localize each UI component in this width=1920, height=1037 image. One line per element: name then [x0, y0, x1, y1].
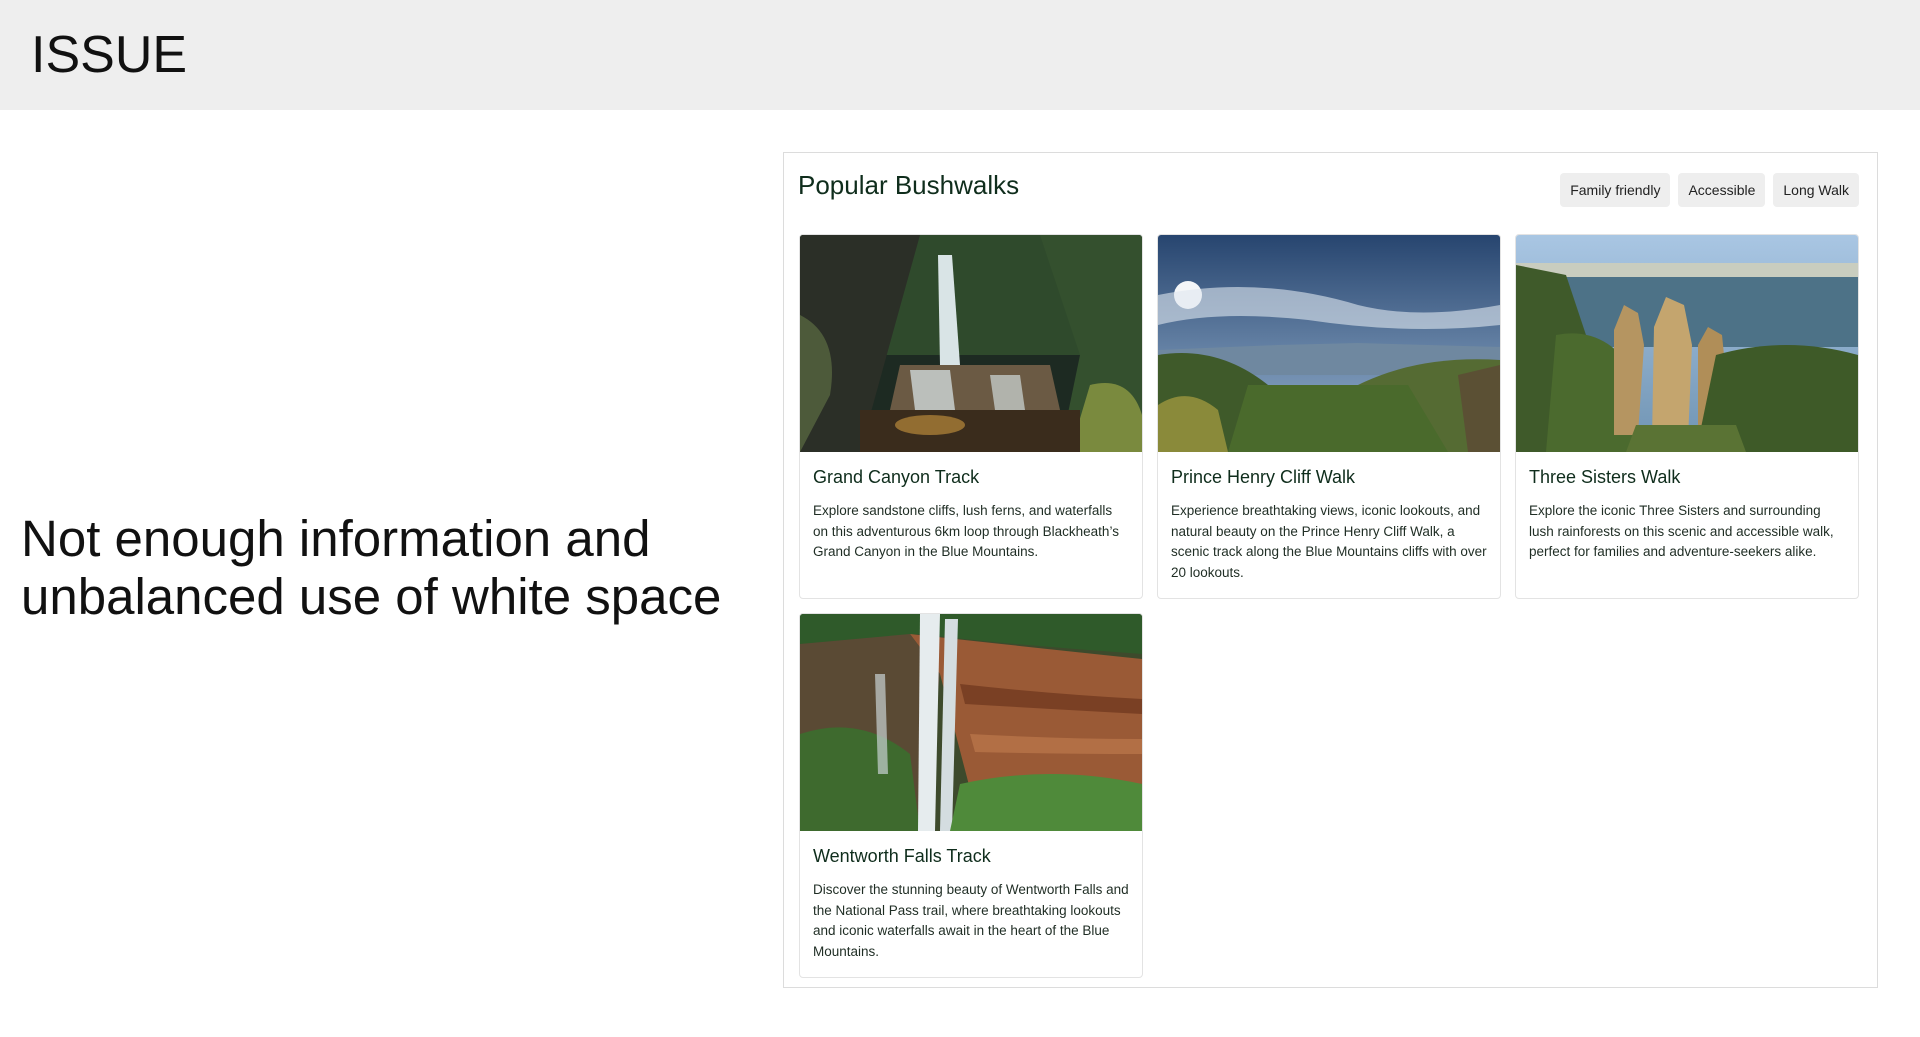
filter-family-friendly[interactable]: Family friendly — [1560, 173, 1671, 207]
card-wentworth-falls-track[interactable]: Wentworth Falls Track Discover the stunn… — [799, 613, 1143, 978]
waterfall-canyon-photo — [800, 235, 1142, 452]
issue-heading: ISSUE — [31, 26, 188, 84]
mountain-valley-panorama-photo — [1158, 235, 1500, 452]
top-bar: ISSUE — [0, 0, 1920, 110]
card-title: Wentworth Falls Track — [813, 846, 991, 866]
card-grid: Grand Canyon Track Explore sandstone cli… — [799, 234, 1860, 978]
issue-description: Not enough information and unbalanced us… — [21, 510, 722, 625]
card-three-sisters-walk[interactable]: Three Sisters Walk Explore the iconic Th… — [1515, 234, 1859, 599]
card-description: Explore sandstone cliffs, lush ferns, an… — [813, 503, 1119, 559]
three-sisters-rock-formation-photo — [1516, 235, 1858, 452]
card-title: Prince Henry Cliff Walk — [1171, 467, 1356, 487]
card-title: Three Sisters Walk — [1529, 467, 1681, 487]
filter-chips: Family friendly Accessible Long Walk — [1560, 173, 1859, 207]
card-description: Explore the iconic Three Sisters and sur… — [1529, 503, 1834, 559]
bushwalks-panel: Popular Bushwalks Family friendly Access… — [783, 152, 1878, 988]
card-description: Discover the stunning beauty of Wentwort… — [813, 882, 1129, 959]
filter-long-walk[interactable]: Long Walk — [1773, 173, 1859, 207]
card-prince-henry-cliff-walk[interactable]: Prince Henry Cliff Walk Experience breat… — [1157, 234, 1501, 599]
wentworth-falls-cliff-photo — [800, 614, 1142, 831]
panel-title: Popular Bushwalks — [798, 170, 1020, 200]
card-grand-canyon-track[interactable]: Grand Canyon Track Explore sandstone cli… — [799, 234, 1143, 599]
card-description: Experience breathtaking views, iconic lo… — [1171, 503, 1487, 580]
filter-accessible[interactable]: Accessible — [1678, 173, 1766, 207]
card-title: Grand Canyon Track — [813, 467, 980, 487]
